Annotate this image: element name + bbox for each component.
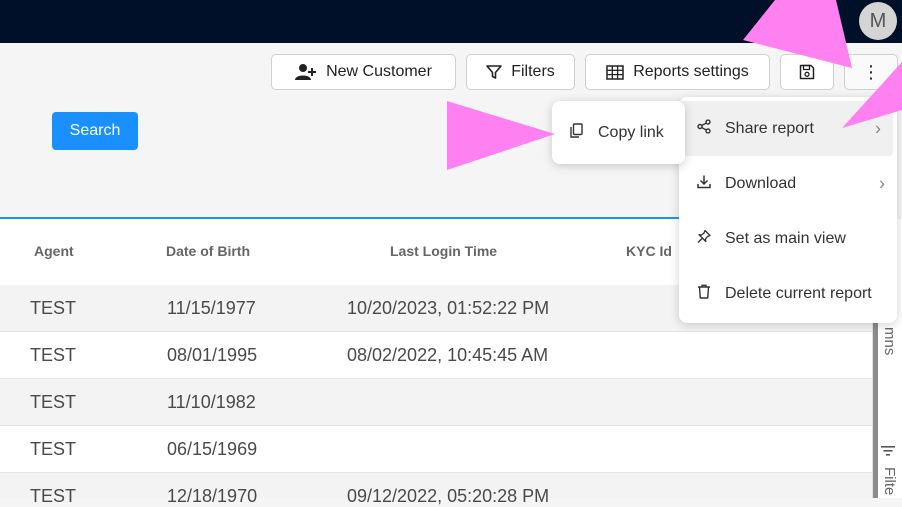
annotation-arrows — [447, 0, 902, 170]
annotation-arrow-copy-link — [447, 101, 555, 170]
annotation-arrow-share-report — [842, 62, 902, 128]
annotation-arrow-more-button — [743, 0, 852, 68]
